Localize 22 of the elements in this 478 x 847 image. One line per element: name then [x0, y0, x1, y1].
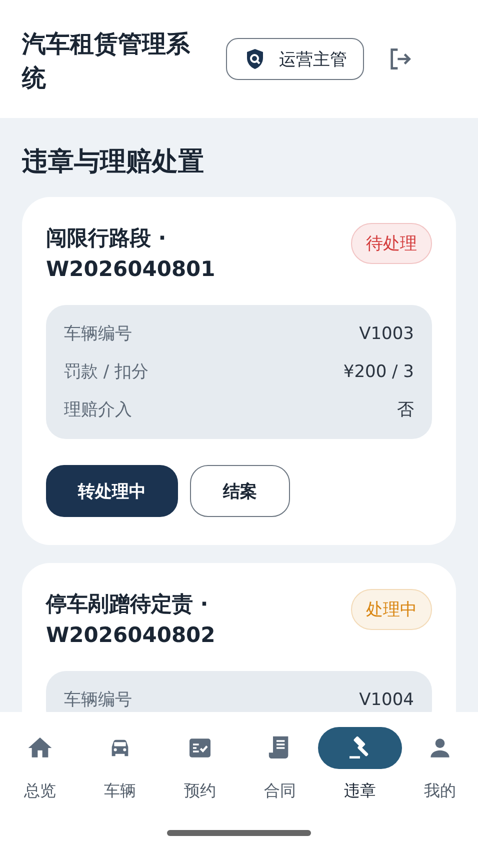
detail-label: 理赔介入: [64, 399, 132, 422]
detail-value: ¥200 / 3: [343, 361, 414, 384]
nav-tab[interactable]: 我的: [400, 727, 478, 802]
close-case-button[interactable]: 结案: [190, 465, 290, 517]
status-badge: 待处理: [351, 223, 432, 264]
case-title: 停车剐蹭待定责 · W2026040802: [46, 591, 216, 649]
detail-label: 车辆编号: [64, 689, 132, 712]
nav-tab[interactable]: 预约: [160, 727, 240, 802]
nav-tab[interactable]: 车辆: [80, 727, 160, 802]
nav-tab[interactable]: 合同: [240, 727, 320, 802]
detail-label: 车辆编号: [64, 323, 132, 346]
detail-value: 否: [397, 399, 414, 422]
detail-value: V1004: [359, 689, 414, 712]
nav-tab[interactable]: 总览: [0, 727, 80, 802]
section-title: 违章与理赔处置: [22, 146, 205, 179]
role-button[interactable]: 运营主管: [226, 38, 364, 80]
detail-value: V1003: [359, 323, 414, 346]
status-badge: 处理中: [351, 589, 432, 630]
app-title: 汽车租赁管理系统: [22, 29, 191, 94]
detail-label: 罚款 / 扣分: [64, 361, 149, 384]
process-button[interactable]: 转处理中: [46, 465, 178, 517]
case-title: 闯限行路段 · W2026040801: [46, 225, 216, 283]
